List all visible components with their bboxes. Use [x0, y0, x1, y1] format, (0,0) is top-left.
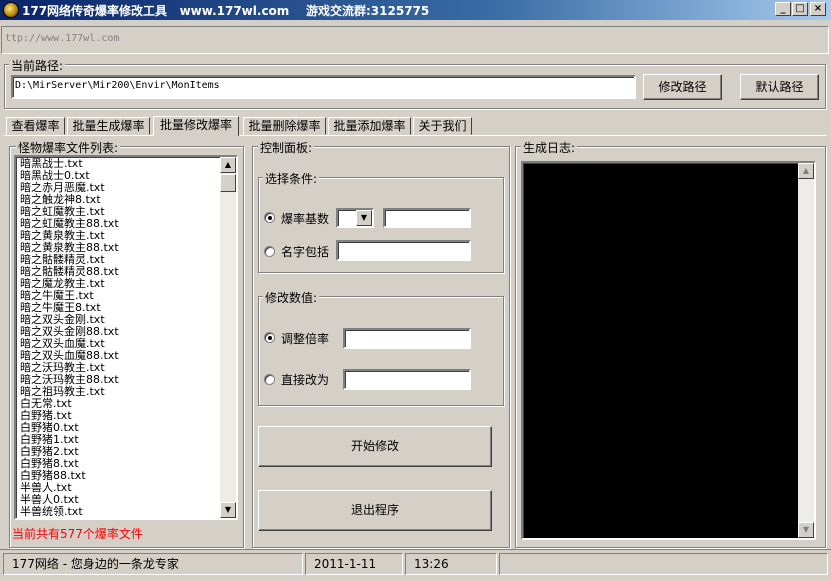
modify-path-button[interactable]: 修改路径 — [643, 74, 722, 100]
maximize-button[interactable]: □ — [792, 2, 808, 16]
name-contains-radio[interactable] — [264, 246, 275, 257]
log-label: 生成日志: — [521, 139, 578, 156]
app-icon — [3, 2, 19, 18]
direct-set-label: 直接改为 — [281, 373, 330, 387]
exit-program-button[interactable]: 退出程序 — [258, 490, 492, 531]
tab-strip-edge — [4, 135, 827, 136]
scroll-thumb[interactable] — [220, 174, 236, 192]
control-panel-label: 控制面板: — [258, 139, 315, 156]
file-count-text: 当前共有577个爆率文件 — [12, 527, 143, 541]
start-modify-button[interactable]: 开始修改 — [258, 426, 492, 467]
multiplier-label: 调整倍率 — [281, 332, 330, 346]
multiplier-radio[interactable] — [264, 332, 275, 343]
dropdown-arrow-icon[interactable]: ▼ — [356, 210, 372, 226]
url-text: ttp://www.177wl.com — [5, 33, 120, 44]
scroll-up-icon[interactable]: ▲ — [220, 157, 236, 173]
scroll-down-icon[interactable]: ▼ — [220, 502, 236, 518]
rate-base-dropdown[interactable]: ▼ — [336, 208, 374, 228]
tab-batch-add[interactable]: 批量添加爆率 — [328, 117, 411, 135]
modify-value-label: 修改数值: — [263, 289, 320, 306]
tab-batch-modify[interactable]: 批量修改爆率 — [153, 116, 239, 136]
path-label: 当前路径: — [9, 57, 66, 74]
multiplier-input[interactable] — [343, 328, 471, 349]
log-scroll-up-icon[interactable]: ▲ — [798, 163, 814, 179]
rate-base-radio[interactable] — [264, 212, 275, 223]
tab-view-rate[interactable]: 查看爆率 — [6, 117, 65, 135]
direct-set-input[interactable] — [343, 369, 471, 390]
tab-batch-generate[interactable]: 批量生成爆率 — [67, 117, 150, 135]
log-scroll-down-icon[interactable]: ▼ — [798, 522, 814, 538]
minimize-button[interactable]: _ — [775, 2, 791, 16]
status-time: 13:26 — [405, 553, 497, 575]
log-scrollbar[interactable]: ▲ ▼ — [798, 163, 814, 538]
default-path-button[interactable]: 默认路径 — [740, 74, 819, 100]
url-bar: ttp://www.177wl.com — [1, 26, 829, 54]
direct-set-radio[interactable] — [264, 374, 275, 385]
close-button[interactable]: × — [810, 2, 826, 16]
rate-base-input[interactable] — [383, 208, 471, 228]
file-list-item[interactable]: 半兽统领.txt — [18, 506, 222, 518]
status-empty-panel — [499, 553, 828, 575]
status-bar-edge — [0, 549, 831, 550]
name-contains-input[interactable] — [336, 240, 471, 261]
log-area[interactable]: ▲ ▼ — [521, 161, 816, 540]
name-contains-label: 名字包括 — [281, 245, 330, 259]
file-list-scrollbar[interactable]: ▲ ▼ — [220, 157, 236, 518]
file-list[interactable]: 暗黑战士.txt 暗黑战士0.txt 暗之赤月恶魔.txt 暗之触龙神8.txt 暗之虹… — [14, 155, 238, 520]
tab-batch-delete[interactable]: 批量删除爆率 — [243, 117, 326, 135]
window-title: 177网络传奇爆率修改工具 www.177wl.com 游戏交流群:312577… — [22, 4, 430, 18]
status-date: 2011-1-11 — [305, 553, 403, 575]
status-company: 177网络 - 您身边的一条龙专家 — [3, 553, 303, 575]
path-value: D:\MirServer\Mir200\Envir\MonItems — [15, 80, 220, 91]
tab-about-us[interactable]: 关于我们 — [413, 117, 472, 135]
rate-base-label: 爆率基数 — [281, 212, 330, 226]
path-input[interactable]: D:\MirServer\Mir200\Envir\MonItems — [11, 75, 636, 99]
file-list-label: 怪物爆率文件列表: — [16, 139, 121, 156]
file-list-items: 暗黑战士.txt 暗黑战士0.txt 暗之赤月恶魔.txt 暗之触龙神8.txt 暗之虹… — [18, 158, 222, 518]
select-condition-label: 选择条件: — [263, 170, 320, 187]
